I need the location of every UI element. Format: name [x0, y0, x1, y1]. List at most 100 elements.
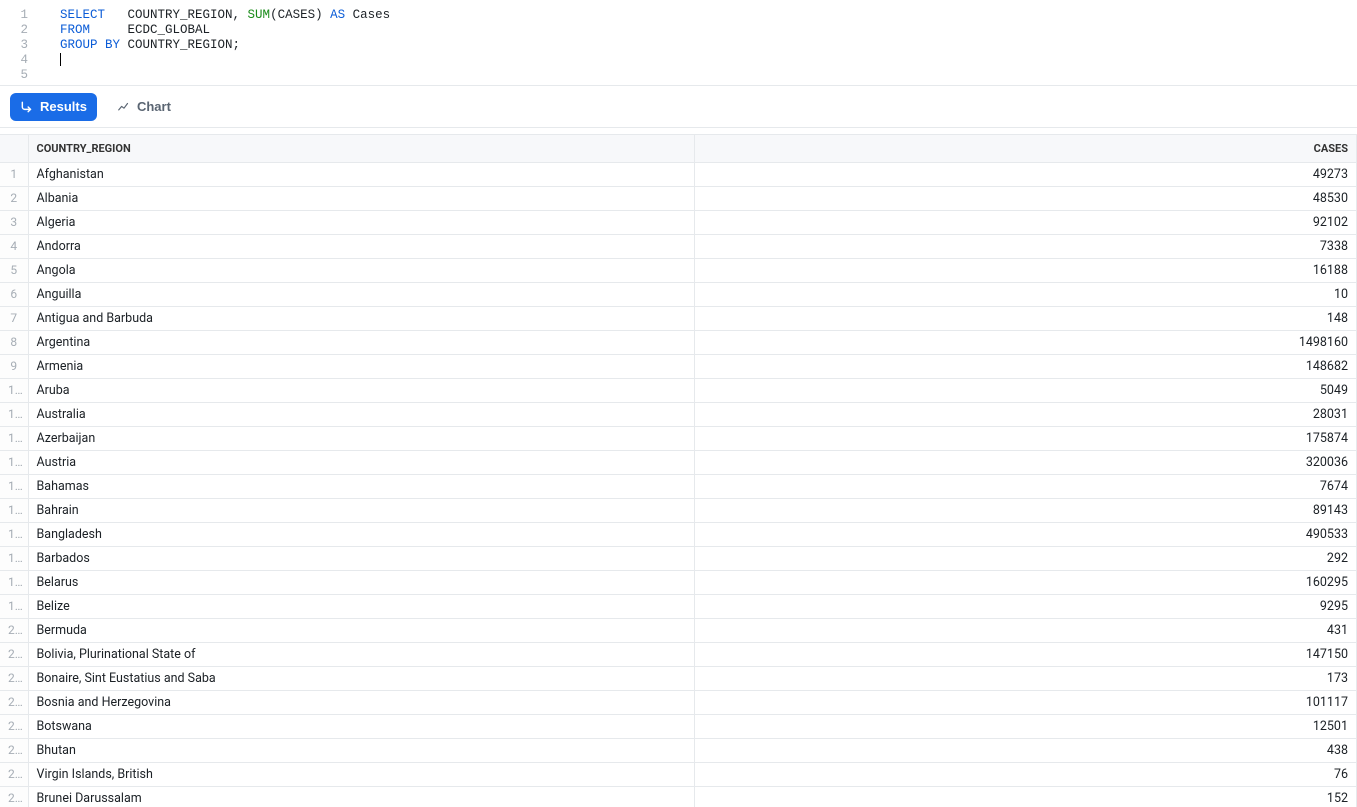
table-row[interactable]: 7Antigua and Barbuda148	[0, 306, 1357, 330]
cases-cell[interactable]: 1498160	[694, 330, 1357, 354]
table-row[interactable]: 23Bosnia and Herzegovina101117	[0, 690, 1357, 714]
country-cell[interactable]: Bahamas	[28, 474, 694, 498]
table-row[interactable]: 21Bolivia, Plurinational State of147150	[0, 642, 1357, 666]
cases-cell[interactable]: 7338	[694, 234, 1357, 258]
cases-cell[interactable]: 12501	[694, 714, 1357, 738]
country-cell[interactable]: Angola	[28, 258, 694, 282]
table-row[interactable]: 5Angola16188	[0, 258, 1357, 282]
country-cell[interactable]: Brunei Darussalam	[28, 786, 694, 807]
cases-cell[interactable]: 173	[694, 666, 1357, 690]
cases-cell[interactable]: 147150	[694, 642, 1357, 666]
cases-cell[interactable]: 431	[694, 618, 1357, 642]
country-cell[interactable]: Bhutan	[28, 738, 694, 762]
tab-results[interactable]: Results	[10, 93, 97, 121]
table-row[interactable]: 22Bonaire, Sint Eustatius and Saba173	[0, 666, 1357, 690]
cases-cell[interactable]: 7674	[694, 474, 1357, 498]
table-row[interactable]: 8Argentina1498160	[0, 330, 1357, 354]
country-cell[interactable]: Albania	[28, 186, 694, 210]
table-row[interactable]: 1Afghanistan49273	[0, 162, 1357, 186]
table-row[interactable]: 14Bahamas7674	[0, 474, 1357, 498]
table-row[interactable]: 25Bhutan438	[0, 738, 1357, 762]
country-cell[interactable]: Afghanistan	[28, 162, 694, 186]
cases-cell[interactable]: 9295	[694, 594, 1357, 618]
cases-cell[interactable]: 92102	[694, 210, 1357, 234]
country-cell[interactable]: Anguilla	[28, 282, 694, 306]
table-row[interactable]: 9Armenia148682	[0, 354, 1357, 378]
cases-cell[interactable]: 438	[694, 738, 1357, 762]
country-cell[interactable]: Bolivia, Plurinational State of	[28, 642, 694, 666]
table-row[interactable]: 16Bangladesh490533	[0, 522, 1357, 546]
table-row[interactable]: 6Anguilla10	[0, 282, 1357, 306]
code-line[interactable]: SELECT COUNTRY_REGION, SUM(CASES) AS Cas…	[60, 8, 390, 23]
table-row[interactable]: 24Botswana12501	[0, 714, 1357, 738]
table-row[interactable]: 26Virgin Islands, British76	[0, 762, 1357, 786]
sql-editor[interactable]: 12345 SELECT COUNTRY_REGION, SUM(CASES) …	[0, 0, 1357, 86]
cases-cell[interactable]: 320036	[694, 450, 1357, 474]
results-arrow-icon	[20, 100, 34, 114]
cases-cell[interactable]: 76	[694, 762, 1357, 786]
tab-chart[interactable]: Chart	[107, 93, 181, 121]
cases-cell[interactable]: 49273	[694, 162, 1357, 186]
cases-cell[interactable]: 148682	[694, 354, 1357, 378]
country-cell[interactable]: Bonaire, Sint Eustatius and Saba	[28, 666, 694, 690]
country-cell[interactable]: Bangladesh	[28, 522, 694, 546]
table-row[interactable]: 12Azerbaijan175874	[0, 426, 1357, 450]
cases-cell[interactable]: 89143	[694, 498, 1357, 522]
table-row[interactable]: 3Algeria92102	[0, 210, 1357, 234]
cases-cell[interactable]: 10	[694, 282, 1357, 306]
cases-cell[interactable]: 48530	[694, 186, 1357, 210]
table-row[interactable]: 10Aruba5049	[0, 378, 1357, 402]
code-line[interactable]: GROUP BY COUNTRY_REGION;	[60, 38, 390, 53]
country-cell[interactable]: Algeria	[28, 210, 694, 234]
cases-cell[interactable]: 175874	[694, 426, 1357, 450]
cases-cell[interactable]: 148	[694, 306, 1357, 330]
row-number-cell: 7	[0, 306, 28, 330]
country-cell[interactable]: Australia	[28, 402, 694, 426]
cases-cell[interactable]: 101117	[694, 690, 1357, 714]
cases-cell[interactable]: 16188	[694, 258, 1357, 282]
country-cell[interactable]: Virgin Islands, British	[28, 762, 694, 786]
row-number-cell: 3	[0, 210, 28, 234]
country-cell[interactable]: Barbados	[28, 546, 694, 570]
table-row[interactable]: 13Austria320036	[0, 450, 1357, 474]
editor-code[interactable]: SELECT COUNTRY_REGION, SUM(CASES) AS Cas…	[40, 8, 390, 85]
country-cell[interactable]: Belize	[28, 594, 694, 618]
code-line[interactable]	[60, 68, 390, 83]
table-row[interactable]: 20Bermuda431	[0, 618, 1357, 642]
country-cell[interactable]: Belarus	[28, 570, 694, 594]
country-cell[interactable]: Antigua and Barbuda	[28, 306, 694, 330]
cases-cell[interactable]: 490533	[694, 522, 1357, 546]
country-cell[interactable]: Austria	[28, 450, 694, 474]
table-row[interactable]: 2Albania48530	[0, 186, 1357, 210]
country-cell[interactable]: Argentina	[28, 330, 694, 354]
results-grid[interactable]: COUNTRY_REGION CASES 1Afghanistan492732A…	[0, 134, 1357, 807]
country-cell[interactable]: Bahrain	[28, 498, 694, 522]
table-row[interactable]: 17Barbados292	[0, 546, 1357, 570]
table-row[interactable]: 15Bahrain89143	[0, 498, 1357, 522]
column-header-country[interactable]: COUNTRY_REGION	[28, 135, 694, 162]
row-number-cell: 26	[0, 762, 28, 786]
table-row[interactable]: 27Brunei Darussalam152	[0, 786, 1357, 807]
cases-cell[interactable]: 5049	[694, 378, 1357, 402]
code-line[interactable]: FROM ECDC_GLOBAL	[60, 23, 390, 38]
cases-cell[interactable]: 160295	[694, 570, 1357, 594]
table-row[interactable]: 18Belarus160295	[0, 570, 1357, 594]
country-cell[interactable]: Bosnia and Herzegovina	[28, 690, 694, 714]
cases-cell[interactable]: 292	[694, 546, 1357, 570]
row-number-cell: 11	[0, 402, 28, 426]
country-cell[interactable]: Aruba	[28, 378, 694, 402]
row-number-cell: 8	[0, 330, 28, 354]
table-row[interactable]: 4Andorra7338	[0, 234, 1357, 258]
cases-cell[interactable]: 152	[694, 786, 1357, 807]
table-row[interactable]: 11Australia28031	[0, 402, 1357, 426]
row-number-cell: 1	[0, 162, 28, 186]
country-cell[interactable]: Andorra	[28, 234, 694, 258]
country-cell[interactable]: Azerbaijan	[28, 426, 694, 450]
table-row[interactable]: 19Belize9295	[0, 594, 1357, 618]
country-cell[interactable]: Armenia	[28, 354, 694, 378]
country-cell[interactable]: Bermuda	[28, 618, 694, 642]
cases-cell[interactable]: 28031	[694, 402, 1357, 426]
column-header-cases[interactable]: CASES	[694, 135, 1357, 162]
country-cell[interactable]: Botswana	[28, 714, 694, 738]
code-line[interactable]	[60, 53, 390, 68]
